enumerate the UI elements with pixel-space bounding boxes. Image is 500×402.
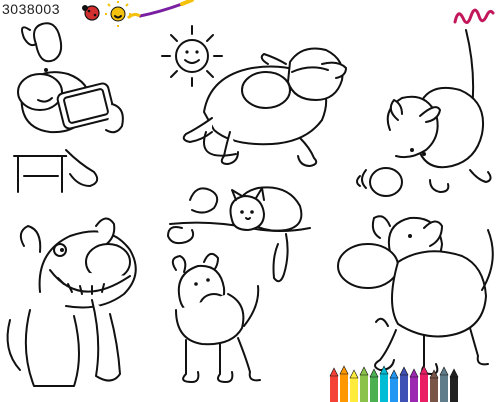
dog-walking [337,215,494,375]
dog-sleeping-mask [182,47,347,167]
dog-with-tablet [13,22,124,193]
dog-sniffing [356,29,492,197]
squiggle-logo-icon [453,8,495,24]
colored-pencils-icon [329,365,459,402]
ladybug-icon [82,5,100,21]
cat-on-branch [167,186,311,283]
dog-small-standing [171,252,261,383]
coloring-page-illustration [6,0,495,402]
dog-grinning [6,217,137,387]
paintbrush-icon [126,0,194,20]
sun-icon [105,1,131,27]
sun-drawing [161,25,223,87]
